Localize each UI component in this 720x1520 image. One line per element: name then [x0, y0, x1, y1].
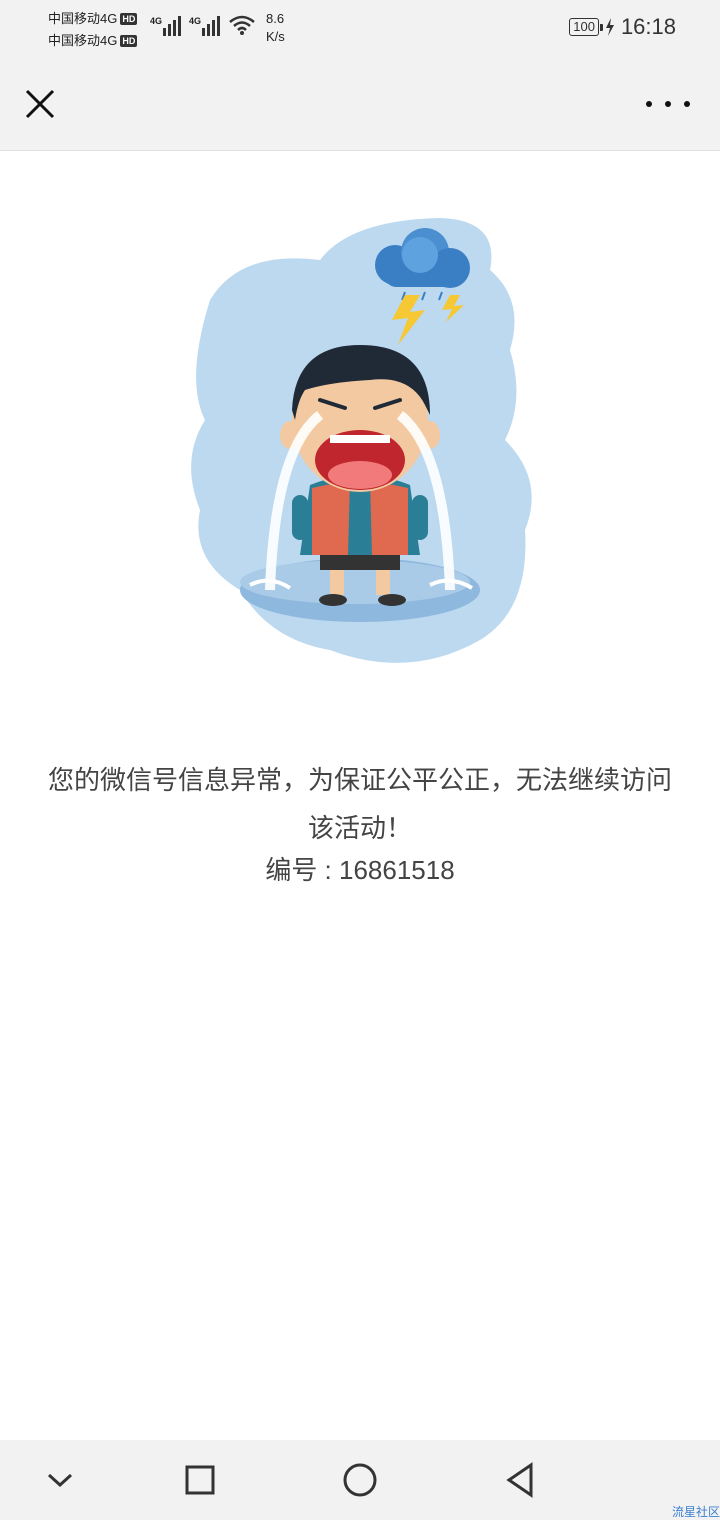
error-code: 编号 : 16861518: [0, 850, 720, 887]
more-dots-icon: [646, 101, 652, 107]
charging-icon: [605, 18, 614, 36]
triangle-back-icon: [506, 1462, 533, 1498]
more-options-button[interactable]: [646, 86, 690, 122]
signal-bars-icon: [202, 14, 221, 36]
hd-badge: HD: [120, 35, 138, 47]
code-label: 编号: [265, 855, 318, 885]
close-icon: [25, 89, 55, 119]
battery-icon: 100: [569, 18, 603, 36]
network-type-2: 4G: [189, 16, 202, 26]
wifi-icon: [229, 15, 255, 35]
nav-back-button[interactable]: [490, 1456, 550, 1504]
nav-home-button[interactable]: [330, 1456, 390, 1504]
system-nav-bar: 流星社区: [0, 1440, 720, 1520]
crying-boy-illustration: [191, 218, 532, 663]
circle-icon: [343, 1463, 377, 1497]
speed-unit: K/s: [266, 29, 285, 44]
nav-hide-button[interactable]: [30, 1456, 90, 1504]
clock: 16:18: [620, 14, 676, 39]
network-speed: 8.6 K/s: [266, 10, 285, 46]
error-message: 您的微信号信息异常，为保证公平公正，无法继续访问该活动！: [47, 765, 672, 843]
chevron-down-icon: [47, 1473, 73, 1488]
status-bar: 中国移动4G HD 中国移动4G HD 4G 4G 8.6 K/s 100 16…: [0, 0, 720, 58]
carrier-2: 中国移动4G: [48, 33, 118, 48]
hd-badge: HD: [120, 13, 138, 25]
carrier-1: 中国移动4G: [48, 11, 118, 26]
carrier-info: 中国移动4G HD 中国移动4G HD: [48, 8, 138, 52]
square-icon: [185, 1465, 215, 1495]
signal-bars-icon: [163, 14, 182, 36]
network-type-1: 4G: [150, 16, 163, 26]
code-separator: :: [317, 855, 339, 885]
code-value: 16861518: [339, 855, 455, 885]
speed-value: 8.6: [266, 11, 285, 26]
signal-indicators: 4G 4G: [150, 14, 256, 36]
nav-recents-button[interactable]: [170, 1456, 230, 1504]
close-button[interactable]: [20, 84, 60, 124]
app-header: [0, 58, 720, 151]
right-status: 100 16:18: [569, 14, 676, 40]
watermark: 流星社区: [671, 1505, 720, 1519]
